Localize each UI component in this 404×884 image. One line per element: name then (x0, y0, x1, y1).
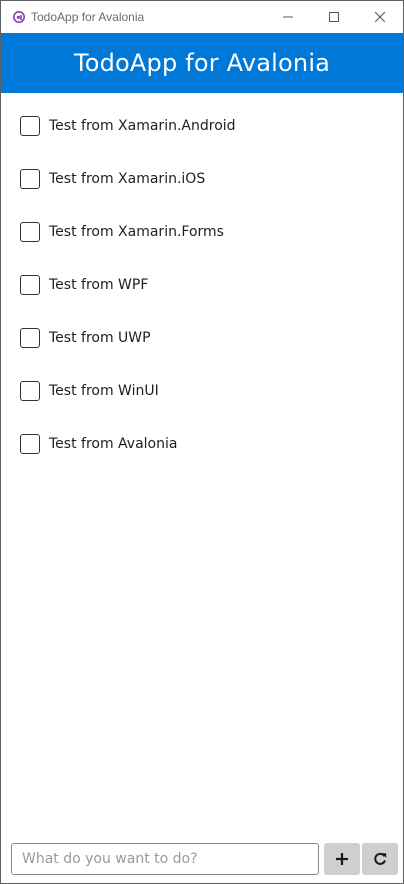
title-bar[interactable]: TodoApp for Avalonia (1, 1, 403, 32)
todo-item[interactable]: Test from WPF (1, 258, 403, 311)
refresh-button[interactable] (362, 843, 398, 875)
close-icon (375, 11, 385, 22)
todo-label: Test from Avalonia (49, 435, 178, 452)
avalonia-logo-icon (13, 10, 25, 23)
page-title: TodoApp for Avalonia (73, 49, 331, 77)
todo-checkbox[interactable] (20, 274, 40, 295)
app-window: TodoApp for Avalonia TodoApp for Avaloni… (0, 0, 404, 884)
todo-label: Test from Xamarin.iOS (49, 170, 206, 187)
add-button[interactable] (324, 843, 360, 875)
new-todo-bar (11, 843, 399, 875)
todo-label: Test from WinUI (49, 382, 159, 399)
maximize-icon (329, 11, 339, 22)
todo-item[interactable]: Test from WinUI (1, 364, 403, 417)
todo-checkbox[interactable] (20, 115, 40, 136)
window-title: TodoApp for Avalonia (31, 9, 145, 24)
refresh-icon (374, 852, 387, 865)
todo-item[interactable]: Test from Xamarin.Forms (1, 205, 403, 258)
todo-checkbox[interactable] (20, 168, 40, 189)
todo-item[interactable]: Test from Xamarin.iOS (1, 152, 403, 205)
todo-item[interactable]: Test from UWP (1, 311, 403, 364)
close-button[interactable] (357, 1, 403, 32)
plus-icon (336, 853, 348, 865)
todo-checkbox[interactable] (20, 221, 40, 242)
maximize-button[interactable] (311, 1, 357, 32)
todo-checkbox[interactable] (20, 433, 40, 454)
todo-checkbox[interactable] (20, 380, 40, 401)
todo-label: Test from Xamarin.Android (49, 117, 236, 134)
todo-label: Test from Xamarin.Forms (49, 223, 224, 240)
todo-checkbox[interactable] (20, 327, 40, 348)
minimize-icon (283, 16, 293, 17)
todo-label: Test from UWP (49, 329, 151, 346)
minimize-button[interactable] (265, 1, 311, 32)
app-header: TodoApp for Avalonia (1, 33, 403, 93)
todo-label: Test from WPF (49, 276, 149, 293)
todo-item[interactable]: Test from Xamarin.Android (1, 99, 403, 152)
new-todo-input[interactable] (11, 843, 319, 875)
todo-list: Test from Xamarin.Android Test from Xama… (1, 99, 403, 470)
window-controls (265, 1, 403, 32)
todo-item[interactable]: Test from Avalonia (1, 417, 403, 470)
